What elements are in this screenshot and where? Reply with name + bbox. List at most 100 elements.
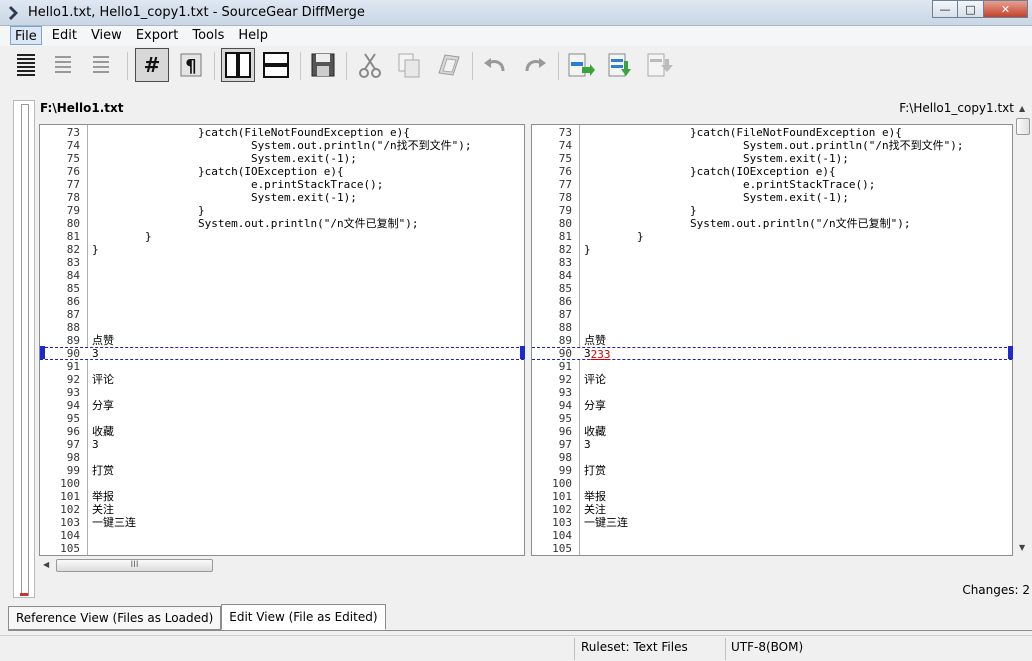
code-line[interactable]: 105 (532, 542, 1012, 555)
maximize-button[interactable]: □ (958, 0, 984, 18)
redo-button[interactable] (518, 48, 552, 82)
code-line[interactable]: 88 (40, 321, 524, 334)
scroll-up-arrow-icon[interactable]: ▲ (1019, 104, 1025, 113)
code-line[interactable]: 95 (532, 412, 1012, 425)
show-whitespace-button[interactable]: ¶ (174, 48, 208, 82)
code-line[interactable]: 89 点赞 (40, 334, 524, 347)
code-line[interactable]: 74 System.out.println("/n找不到文件"); (532, 139, 1012, 152)
code-line[interactable]: 87 (40, 308, 524, 321)
code-line[interactable]: 83 (40, 256, 524, 269)
code-line[interactable]: 84 (532, 269, 1012, 282)
menu-file[interactable]: File (10, 26, 42, 45)
code-line[interactable]: 85 (532, 282, 1012, 295)
code-line[interactable]: 82} (532, 243, 1012, 256)
code-line[interactable]: 82} (40, 243, 524, 256)
diff-line[interactable]: 90 3 (40, 347, 524, 360)
copy-button[interactable] (392, 48, 426, 82)
code-line[interactable]: 78 System.exit(-1); (532, 191, 1012, 204)
show-context-button[interactable] (84, 48, 118, 82)
encoding-status[interactable]: UTF-8(BOM) (731, 640, 803, 654)
scroll-down-arrow-icon[interactable]: ▼ (1019, 543, 1025, 552)
code-line[interactable]: 76 }catch(IOException e){ (40, 165, 524, 178)
code-line[interactable]: 99 打赏 (532, 464, 1012, 477)
code-line[interactable]: 101 举报 (532, 490, 1012, 503)
code-line[interactable]: 101 举报 (40, 490, 524, 503)
close-button[interactable]: ✕ (984, 0, 1028, 18)
menu-export[interactable]: Export (132, 26, 183, 45)
cut-button[interactable] (353, 48, 387, 82)
code-line[interactable]: 97 3 (40, 438, 524, 451)
menu-help[interactable]: Help (234, 26, 272, 45)
code-line[interactable]: 100 (40, 477, 524, 490)
code-line[interactable]: 77 e.printStackTrace(); (532, 178, 1012, 191)
horizontal-scroll-thumb[interactable]: III (56, 559, 213, 572)
code-line[interactable]: 102 关注 (532, 503, 1012, 516)
code-line[interactable]: 98 (40, 451, 524, 464)
export-button[interactable] (643, 48, 677, 82)
code-line[interactable]: 96 收藏 (532, 425, 1012, 438)
code-line[interactable]: 95 (40, 412, 524, 425)
code-line[interactable]: 91 (40, 360, 524, 373)
code-line[interactable]: 88 (532, 321, 1012, 334)
code-line[interactable]: 94 分享 (40, 399, 524, 412)
code-line[interactable]: 85 (40, 282, 524, 295)
code-line[interactable]: 100 (532, 477, 1012, 490)
code-line[interactable]: 78 System.exit(-1); (40, 191, 524, 204)
code-line[interactable]: 104 (532, 529, 1012, 542)
code-line[interactable]: 81 } (532, 230, 1012, 243)
code-line[interactable]: 98 (532, 451, 1012, 464)
side-by-side-button[interactable] (221, 48, 255, 82)
code-line[interactable]: 93 (532, 386, 1012, 399)
diff-line[interactable]: 90 3 233 (532, 347, 1012, 361)
scroll-left-arrow-icon[interactable]: ◀ (43, 560, 49, 569)
line-numbers-button[interactable]: # (135, 48, 169, 82)
code-line[interactable]: 75 System.exit(-1); (532, 152, 1012, 165)
paste-button[interactable] (432, 48, 466, 82)
save-button[interactable] (306, 48, 340, 82)
menu-view[interactable]: View (87, 26, 126, 45)
code-line[interactable]: 77 e.printStackTrace(); (40, 178, 524, 191)
code-line[interactable]: 79 } (532, 204, 1012, 217)
code-line[interactable]: 89 点赞 (532, 334, 1012, 347)
left-diff-pane[interactable]: 73 }catch(FileNotFoundException e){74 Sy… (39, 124, 525, 556)
ruleset-status[interactable]: Ruleset: Text Files (581, 640, 688, 654)
code-line[interactable]: 103 一键三连 (532, 516, 1012, 529)
top-bottom-button[interactable] (259, 48, 293, 82)
code-line[interactable]: 93 (40, 386, 524, 399)
code-line[interactable]: 74 System.out.println("/n找不到文件"); (40, 139, 524, 152)
code-line[interactable]: 103 一键三连 (40, 516, 524, 529)
right-diff-pane[interactable]: 73 }catch(FileNotFoundException e){74 Sy… (531, 124, 1013, 556)
code-line[interactable]: 80 System.out.println("/n文件已复制"); (40, 217, 524, 230)
diff-overview-gutter[interactable] (13, 100, 35, 598)
code-line[interactable]: 73 }catch(FileNotFoundException e){ (532, 126, 1012, 139)
code-line[interactable]: 96 收藏 (40, 425, 524, 438)
tab-reference-view[interactable]: Reference View (Files as Loaded) (8, 606, 222, 630)
code-line[interactable]: 79 } (40, 204, 524, 217)
code-line[interactable]: 73 }catch(FileNotFoundException e){ (40, 126, 524, 139)
code-line[interactable]: 86 (40, 295, 524, 308)
code-line[interactable]: 80 System.out.println("/n文件已复制"); (532, 217, 1012, 230)
horizontal-scrollbar[interactable]: ◀ III (39, 557, 525, 573)
code-line[interactable]: 83 (532, 256, 1012, 269)
vertical-scroll-thumb[interactable] (1016, 118, 1030, 135)
undo-button[interactable] (478, 48, 512, 82)
overview-change-marker[interactable] (20, 593, 28, 596)
code-line[interactable]: 76 }catch(IOException e){ (532, 165, 1012, 178)
code-line[interactable]: 87 (532, 308, 1012, 321)
code-line[interactable]: 92 评论 (40, 373, 524, 386)
code-line[interactable]: 91 (532, 360, 1012, 373)
show-differences-button[interactable] (46, 48, 80, 82)
code-line[interactable]: 81 } (40, 230, 524, 243)
code-line[interactable]: 92 评论 (532, 373, 1012, 386)
code-line[interactable]: 104 (40, 529, 524, 542)
code-line[interactable]: 86 (532, 295, 1012, 308)
menu-edit[interactable]: Edit (48, 26, 81, 45)
minimize-button[interactable]: — (932, 0, 958, 18)
code-line[interactable]: 75 System.exit(-1); (40, 152, 524, 165)
code-line[interactable]: 94 分享 (532, 399, 1012, 412)
code-line[interactable]: 99 打赏 (40, 464, 524, 477)
code-line[interactable]: 84 (40, 269, 524, 282)
apply-all-button[interactable] (604, 48, 638, 82)
menu-tools[interactable]: Tools (188, 26, 228, 45)
code-line[interactable]: 105 (40, 542, 524, 555)
